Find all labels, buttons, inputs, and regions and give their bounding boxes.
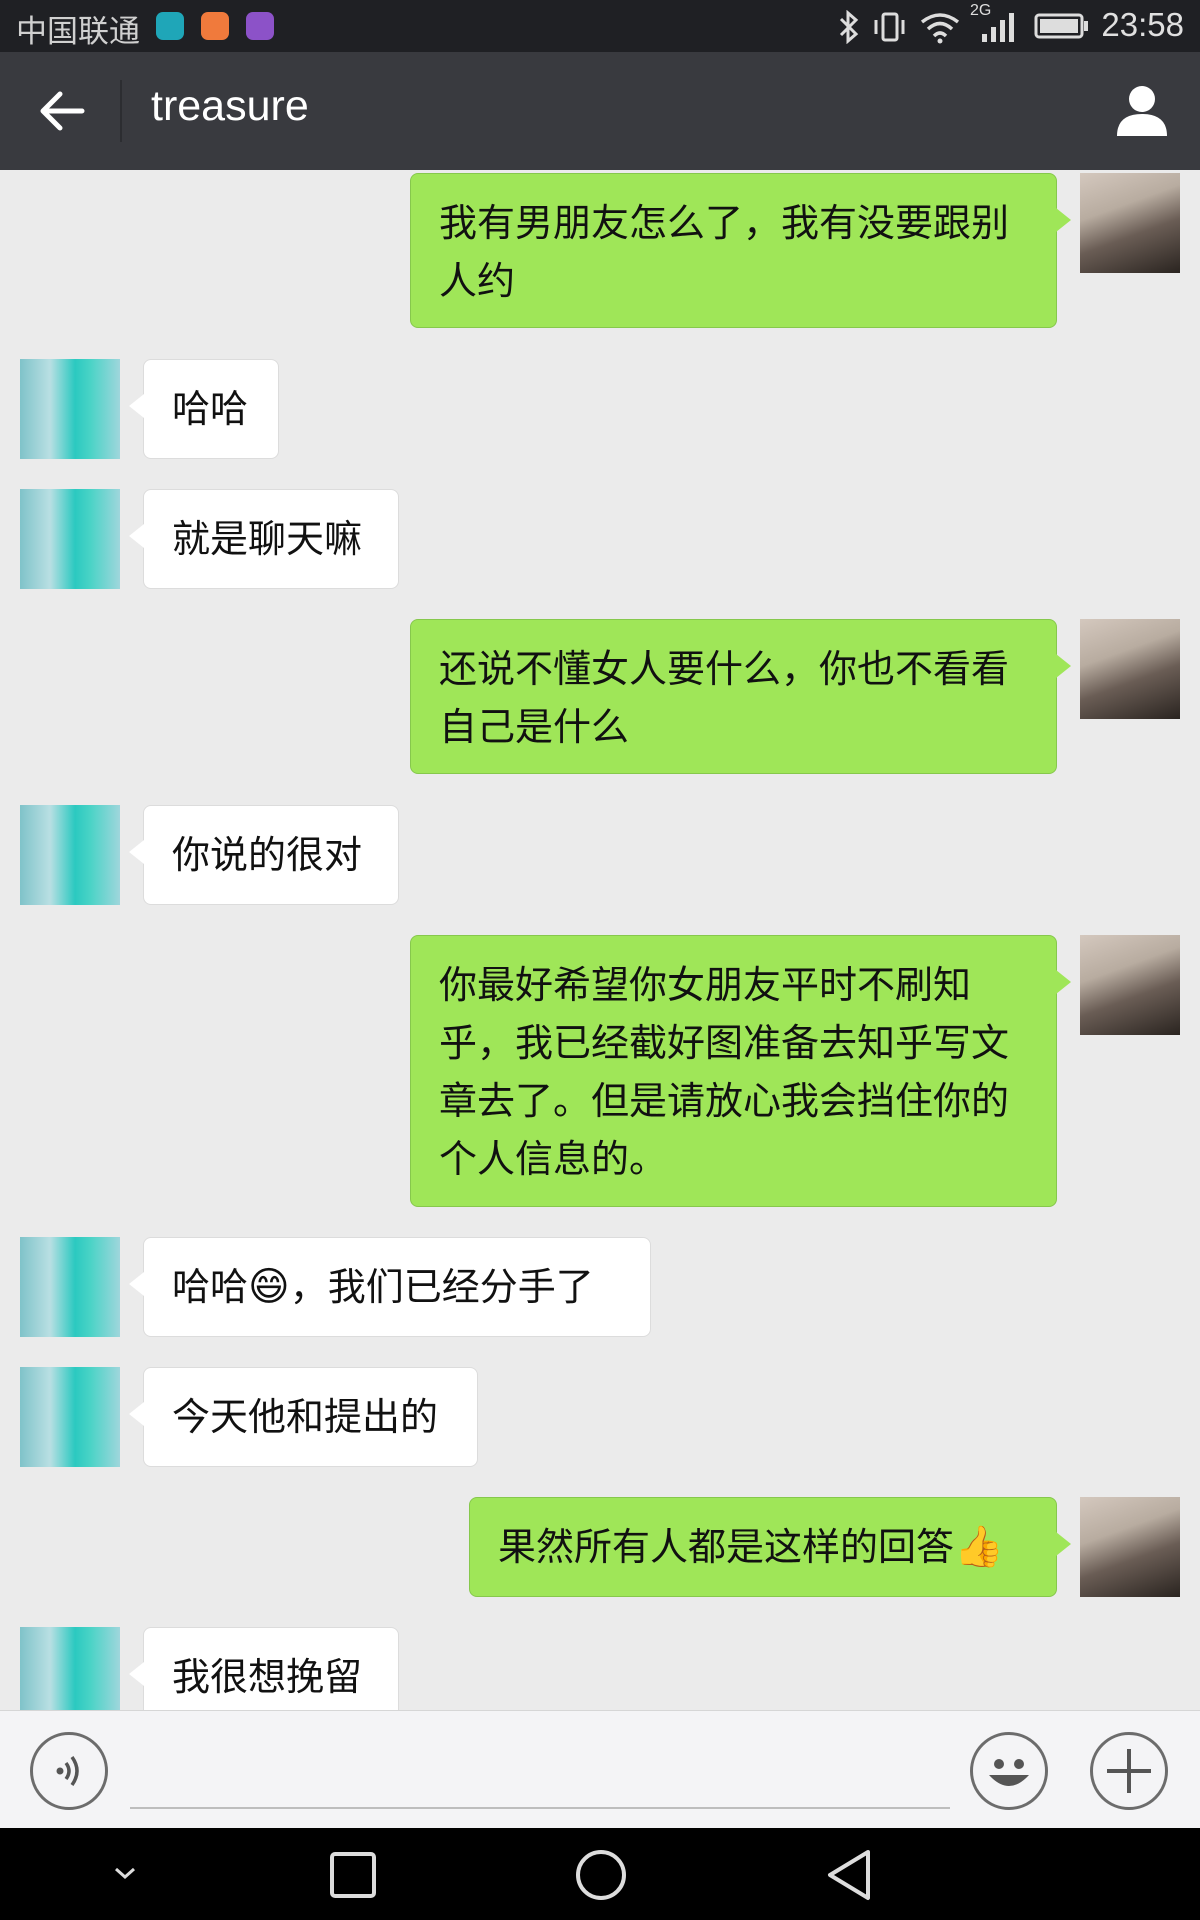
incoming-message[interactable]: 就是聊天嘛: [129, 489, 399, 589]
moon-app-icon: [156, 12, 184, 40]
incoming-message[interactable]: 哈哈😄，我们已经分手了: [129, 1237, 651, 1337]
home-icon[interactable]: [574, 1848, 628, 1902]
outgoing-message[interactable]: 果然所有人都是这样的回答👍: [469, 1497, 1071, 1597]
message-text: 果然所有人都是这样的回答: [498, 1525, 955, 1569]
message-text: 哈哈: [172, 387, 249, 431]
message-text: 你说的很对: [172, 833, 363, 877]
wifi-icon: [920, 13, 960, 44]
vibrate-icon: [874, 12, 905, 42]
grin-emoji-icon: 😄: [248, 1264, 290, 1310]
my-avatar[interactable]: [1080, 619, 1180, 719]
message-list[interactable]: 我有男朋友怎么了，我有没要跟别人约 哈哈 就是聊天嘛 还说不懂女人要什么，你也不…: [0, 170, 1200, 1710]
header-divider: [120, 80, 122, 142]
system-nav-bar: [0, 1828, 1200, 1920]
voice-button[interactable]: [30, 1732, 108, 1810]
contact-name: treasure: [151, 82, 309, 130]
input-underline: [130, 1807, 950, 1809]
chat-header: treasure: [0, 52, 1200, 170]
carrier-name: 中国联通: [16, 14, 140, 50]
arrow-left-icon[interactable]: [36, 86, 86, 136]
thumbs-up-emoji-icon: 👍: [954, 1524, 1004, 1570]
status-bar: 中国联通 2G 23:58: [0, 0, 1200, 52]
emoji-icon: [989, 1759, 1029, 1786]
contact-avatar[interactable]: [20, 489, 120, 589]
voice-icon: [56, 1755, 79, 1787]
contact-avatar[interactable]: [20, 805, 120, 905]
clock: 23:58: [1101, 6, 1184, 43]
message-input[interactable]: [134, 1741, 950, 1803]
my-avatar[interactable]: [1080, 173, 1180, 273]
my-avatar[interactable]: [1080, 1497, 1180, 1597]
message-text: 今天他和提出的: [172, 1395, 439, 1439]
chevron-down-icon[interactable]: [110, 1858, 140, 1888]
plus-icon: [1107, 1749, 1151, 1793]
bluetooth-icon: [839, 10, 859, 44]
recents-icon[interactable]: [328, 1850, 378, 1900]
contact-avatar[interactable]: [20, 1367, 120, 1467]
incoming-message[interactable]: 你说的很对: [129, 805, 399, 905]
incoming-message[interactable]: 今天他和提出的: [129, 1367, 478, 1467]
outgoing-message[interactable]: 我有男朋友怎么了，我有没要跟别人约: [410, 173, 1071, 328]
message-text: 哈哈: [172, 1265, 249, 1309]
message-text: 你最好希望你女朋友平时不刷知乎，我已经截好图准备去知乎写文章去了。但是请放心我会…: [439, 963, 1010, 1181]
message-text: 我很想挽留: [172, 1655, 363, 1699]
my-avatar[interactable]: [1080, 935, 1180, 1035]
incoming-message[interactable]: 我很想挽留: [129, 1627, 399, 1710]
back-triangle-icon[interactable]: [824, 1848, 874, 1902]
outgoing-message[interactable]: 还说不懂女人要什么，你也不看看自己是什么: [410, 619, 1071, 774]
message-text: ，我们已经分手了: [289, 1265, 594, 1309]
more-button[interactable]: [1090, 1732, 1168, 1810]
contact-avatar[interactable]: [20, 1237, 120, 1337]
emoji-button[interactable]: [970, 1732, 1048, 1810]
message-text: 我有男朋友怎么了，我有没要跟别人约: [439, 201, 1010, 303]
incoming-message[interactable]: 哈哈: [129, 359, 279, 459]
person-icon[interactable]: [1114, 82, 1170, 138]
gallery-app-icon: [246, 12, 274, 40]
message-text: 还说不懂女人要什么，你也不看看自己是什么: [439, 647, 1010, 749]
battery-icon: [1034, 13, 1088, 39]
signal-icon: [982, 13, 1014, 42]
message-text: 就是聊天嘛: [172, 517, 363, 561]
contact-avatar[interactable]: [20, 1627, 120, 1710]
outgoing-message[interactable]: 你最好希望你女朋友平时不刷知乎，我已经截好图准备去知乎写文章去了。但是请放心我会…: [410, 935, 1071, 1207]
contact-avatar[interactable]: [20, 359, 120, 459]
input-bar: [0, 1710, 1200, 1829]
health-app-icon: [201, 12, 229, 40]
